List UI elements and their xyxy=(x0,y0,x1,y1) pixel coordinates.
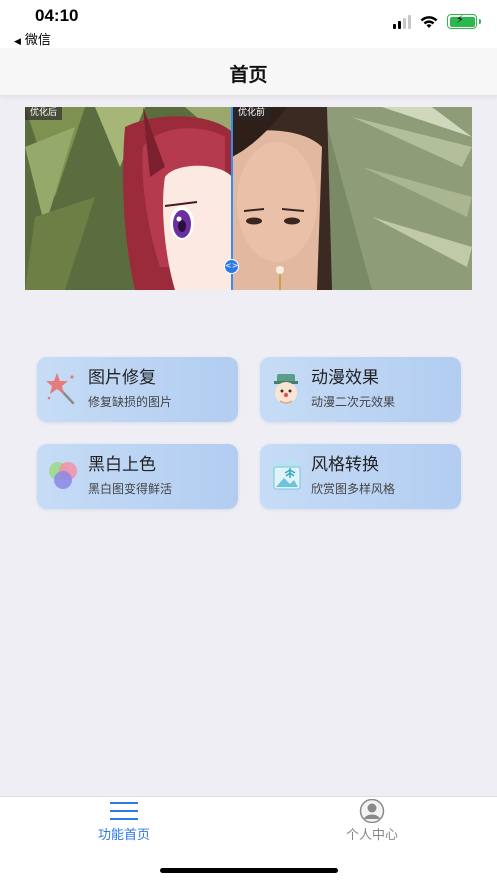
back-to-app-link[interactable]: ◀ 微信 xyxy=(14,29,51,48)
feature-title: 黑白上色 xyxy=(88,455,156,475)
feature-card-style-transfer[interactable]: 风格转换 欣赏图多样风格 xyxy=(260,444,461,509)
feature-card-photo-repair[interactable]: 图片修复 修复缺损的图片 xyxy=(37,357,238,422)
feature-subtitle: 欣赏图多样风格 xyxy=(311,482,396,496)
tab-home[interactable]: 功能首页 xyxy=(64,797,184,857)
menu-lines-icon xyxy=(110,802,138,820)
cellular-signal-icon xyxy=(393,14,411,29)
landscape-picture-icon xyxy=(270,460,301,490)
navigation-bar: 首页 xyxy=(0,48,497,96)
home-indicator[interactable] xyxy=(160,868,338,873)
optimized-tag: 优化后 xyxy=(25,107,63,120)
tab-profile[interactable]: 个人中心 xyxy=(312,797,432,857)
feature-card-anime-effect[interactable]: 动漫效果 动漫二次元效果 xyxy=(260,357,461,422)
page-title: 首页 xyxy=(229,64,268,86)
feature-subtitle: 修复缺损的图片 xyxy=(88,395,173,409)
user-avatar-icon xyxy=(359,799,385,823)
battery-icon: ⚡ xyxy=(447,13,481,29)
tab-profile-label: 个人中心 xyxy=(345,828,398,843)
original-tag: 优化前 xyxy=(233,107,271,120)
original-image-photo: 优化前 xyxy=(232,107,472,290)
feature-title: 图片修复 xyxy=(88,368,156,388)
tab-home-label: 功能首页 xyxy=(97,828,150,843)
feature-subtitle: 动漫二次元效果 xyxy=(311,395,396,409)
optimized-image-anime: 优化后 xyxy=(25,107,232,290)
wifi-icon xyxy=(420,15,438,28)
feature-card-colorize[interactable]: 黑白上色 黑白图变得鲜活 xyxy=(37,444,238,509)
color-circles-icon xyxy=(49,462,77,489)
cartoon-face-icon xyxy=(274,374,298,404)
magic-wand-star-icon xyxy=(46,373,75,405)
back-app-label: 微信 xyxy=(24,33,51,48)
status-bar: 04:10 ◀ 微信 ⚡ xyxy=(0,0,497,48)
feature-title: 风格转换 xyxy=(311,455,379,475)
comparison-slider-handle[interactable]: <> xyxy=(224,259,239,274)
before-after-comparison[interactable]: 优化后 优化前 <> xyxy=(25,107,472,290)
status-time: 04:10 xyxy=(35,6,79,25)
feature-subtitle: 黑白图变得鲜活 xyxy=(88,482,173,496)
back-triangle-icon: ◀ xyxy=(14,37,21,47)
charging-bolt-icon: ⚡ xyxy=(456,13,464,26)
feature-title: 动漫效果 xyxy=(311,368,379,388)
status-icons: ⚡ xyxy=(393,13,481,29)
